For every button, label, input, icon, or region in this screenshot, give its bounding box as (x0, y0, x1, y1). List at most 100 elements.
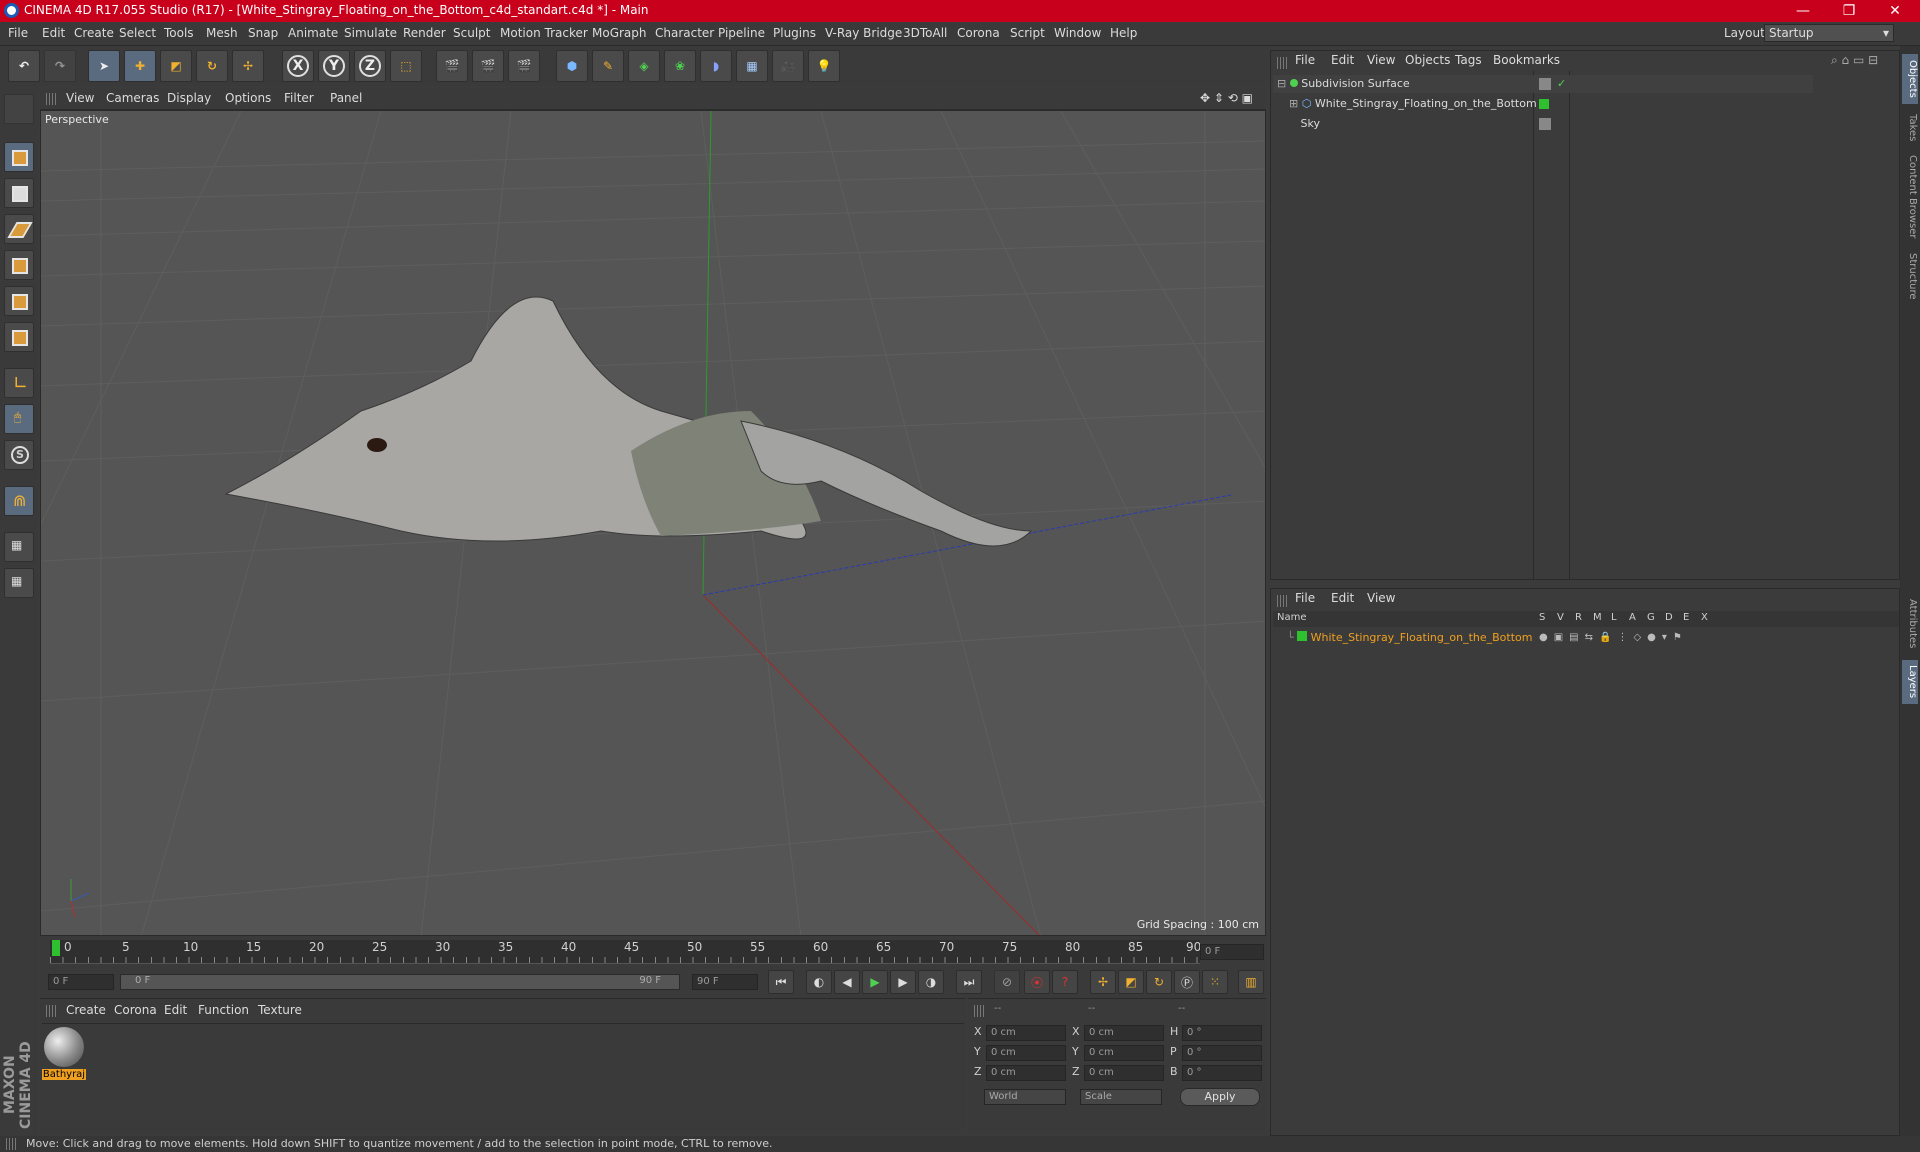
restore-button[interactable]: ❐ (1826, 0, 1872, 22)
autokey-button[interactable]: ? (1052, 970, 1078, 994)
rotation-b-field[interactable]: 0 ° (1182, 1065, 1262, 1081)
object-menu-objects[interactable]: Objects (1405, 53, 1450, 67)
motion-path-button[interactable]: ⊘ (994, 970, 1020, 994)
add-cube-button[interactable]: ⬢ (556, 50, 588, 82)
texture-mode-button[interactable] (4, 178, 34, 208)
key-pla-button[interactable]: ⁙ (1202, 970, 1228, 994)
play-button[interactable]: ▶ (862, 970, 888, 994)
column-m[interactable]: M (1593, 612, 1602, 623)
lock-workplane-button[interactable]: ▦ (4, 532, 34, 562)
tab-layers[interactable]: Layers (1902, 660, 1918, 704)
key-parameter-button[interactable]: Ⓟ (1174, 970, 1200, 994)
key-position-button[interactable]: ✢ (1090, 970, 1116, 994)
viewport-menu-options[interactable]: Options (225, 91, 271, 105)
tab-structure[interactable]: Structure (1902, 246, 1918, 306)
viewport-menu-cameras[interactable]: Cameras (106, 91, 159, 105)
column-e[interactable]: E (1683, 612, 1689, 623)
apply-button[interactable]: Apply (1180, 1088, 1260, 1106)
position-z-field[interactable]: 0 cm (986, 1065, 1066, 1081)
key-rotation-button[interactable]: ↻ (1146, 970, 1172, 994)
x-axis-button[interactable]: X (282, 50, 314, 82)
add-floor-button[interactable]: ▦ (736, 50, 768, 82)
column-g[interactable]: G (1647, 612, 1655, 623)
object-row-sky[interactable]: Sky (1273, 115, 1813, 133)
world-select[interactable]: World (984, 1089, 1066, 1105)
object-menu-view[interactable]: View (1367, 53, 1395, 67)
column-v[interactable]: V (1557, 612, 1564, 623)
workplane-mode-button[interactable] (4, 214, 34, 244)
add-light-button[interactable]: 💡 (808, 50, 840, 82)
menu-window[interactable]: Window (1054, 26, 1101, 40)
column-a[interactable]: A (1629, 612, 1636, 623)
render-picture-viewer-button[interactable]: 🎬 (472, 50, 504, 82)
material-menu-function[interactable]: Function (198, 1003, 249, 1017)
menu-file[interactable]: File (8, 26, 28, 40)
object-row-subdivision-surface[interactable]: ⊟ Subdivision Surface ✓ (1273, 75, 1813, 93)
previous-key-button[interactable]: ◐ (806, 970, 832, 994)
material-menu-edit[interactable]: Edit (164, 1003, 187, 1017)
go-to-end-button[interactable]: ⏭ (956, 970, 982, 994)
magnet-button[interactable]: ⋒ (4, 486, 34, 516)
menu-plugins[interactable]: Plugins (773, 26, 816, 40)
menu-script[interactable]: Script (1010, 26, 1045, 40)
add-camera-button[interactable]: 🎥 (772, 50, 804, 82)
add-cloner-button[interactable]: ❀ (664, 50, 696, 82)
model-mode-button[interactable] (4, 142, 34, 172)
render-settings-button[interactable]: 🎬 (508, 50, 540, 82)
tweak-mode-button[interactable]: 🖱 (4, 404, 34, 434)
layer-menu-file[interactable]: File (1295, 591, 1315, 605)
column-r[interactable]: R (1575, 612, 1582, 623)
polygons-mode-button[interactable] (4, 322, 34, 352)
enabled-check-icon[interactable]: ✓ (1557, 75, 1566, 93)
tab-takes[interactable]: Takes (1902, 108, 1918, 148)
layer-menu-view[interactable]: View (1367, 591, 1395, 605)
menu-vray-bridge[interactable]: V-Ray Bridge (825, 26, 902, 40)
tab-attributes[interactable]: Attributes (1902, 592, 1918, 656)
menu-animate[interactable]: Animate (288, 26, 338, 40)
tab-objects[interactable]: Objects (1902, 54, 1918, 104)
rotation-h-field[interactable]: 0 ° (1182, 1025, 1262, 1041)
make-editable-button[interactable] (4, 94, 34, 124)
tab-content-browser[interactable]: Content Browser (1902, 152, 1918, 242)
material-menu-corona[interactable]: Corona (114, 1003, 157, 1017)
size-x-field[interactable]: 0 cm (1084, 1025, 1164, 1041)
layout-select[interactable]: Startup (1764, 24, 1894, 42)
layer-color-icon[interactable] (1539, 99, 1549, 109)
column-x[interactable]: X (1701, 612, 1708, 623)
playhead-marker[interactable] (52, 940, 60, 956)
start-frame-field[interactable]: 0 F (48, 974, 114, 990)
menu-create[interactable]: Create (74, 26, 114, 40)
axis-mode-button[interactable]: ∟ (4, 368, 34, 398)
column-l[interactable]: L (1611, 612, 1617, 623)
close-button[interactable]: ✕ (1872, 0, 1918, 22)
redo-button[interactable]: ↷ (44, 50, 76, 82)
add-spline-button[interactable]: ✎ (592, 50, 624, 82)
size-z-field[interactable]: 0 cm (1084, 1065, 1164, 1081)
layer-flag-icons[interactable]: ●▣▤⇆🔒⋮◇●▾⚑ (1539, 629, 1688, 647)
column-d[interactable]: D (1665, 612, 1673, 623)
current-frame-field[interactable]: 0 F (1200, 944, 1264, 960)
add-deformer-button[interactable]: ◗ (700, 50, 732, 82)
menu-mograph[interactable]: MoGraph (592, 26, 647, 40)
layer-tag-icon[interactable] (1539, 118, 1551, 130)
object-menu-bookmarks[interactable]: Bookmarks (1493, 53, 1560, 67)
column-name[interactable]: Name (1277, 612, 1307, 623)
object-manager-search-icons[interactable]: ⌕ ⌂ ▭ ⊟ (1831, 53, 1878, 68)
snap-button[interactable]: S (4, 440, 34, 470)
menu-pipeline[interactable]: Pipeline (718, 26, 765, 40)
edges-mode-button[interactable] (4, 286, 34, 316)
record-keys-button[interactable]: ⦿ (1024, 970, 1050, 994)
menu-sculpt[interactable]: Sculpt (453, 26, 490, 40)
scale-select[interactable]: Scale (1080, 1089, 1162, 1105)
viewport-menu-display[interactable]: Display (167, 91, 211, 105)
position-y-field[interactable]: 0 cm (986, 1045, 1066, 1061)
menu-simulate[interactable]: Simulate (344, 26, 397, 40)
undo-button[interactable]: ↶ (8, 50, 40, 82)
size-y-field[interactable]: 0 cm (1084, 1045, 1164, 1061)
viewport-nav-icons[interactable]: ✥ ⇕ ⟲ ▣ (1200, 91, 1253, 105)
stingray-model[interactable] (224, 296, 1033, 547)
column-s[interactable]: S (1539, 612, 1545, 623)
render-view-button[interactable]: 🎬 (436, 50, 468, 82)
viewport-menu-panel[interactable]: Panel (330, 91, 362, 105)
menu-select[interactable]: Select (119, 26, 156, 40)
